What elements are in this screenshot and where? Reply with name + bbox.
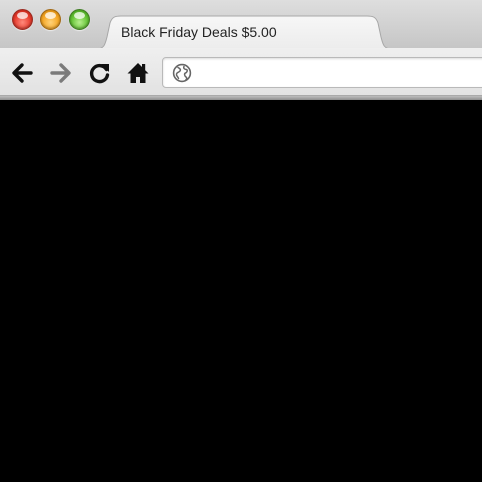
title-bar: Black Friday Deals $5.00 <box>0 0 482 49</box>
reload-icon <box>89 63 110 84</box>
back-arrow-icon <box>12 63 33 83</box>
forward-arrow-icon <box>50 63 71 83</box>
home-icon <box>127 63 149 83</box>
address-input[interactable] <box>199 58 479 87</box>
back-button[interactable] <box>10 61 34 85</box>
address-bar[interactable] <box>162 57 482 88</box>
home-button[interactable] <box>126 61 150 85</box>
browser-window: Black Friday Deals $5.00 <box>0 0 482 482</box>
toolbar <box>0 48 482 96</box>
forward-button[interactable] <box>49 61 73 85</box>
reload-button[interactable] <box>88 61 112 85</box>
close-window-button[interactable] <box>12 9 33 30</box>
minimize-window-button[interactable] <box>40 9 61 30</box>
tab-active[interactable]: Black Friday Deals $5.00 <box>96 15 392 49</box>
page-content <box>0 100 482 482</box>
globe-icon <box>172 63 192 83</box>
tab-title: Black Friday Deals $5.00 <box>121 24 277 40</box>
maximize-window-button[interactable] <box>69 9 90 30</box>
